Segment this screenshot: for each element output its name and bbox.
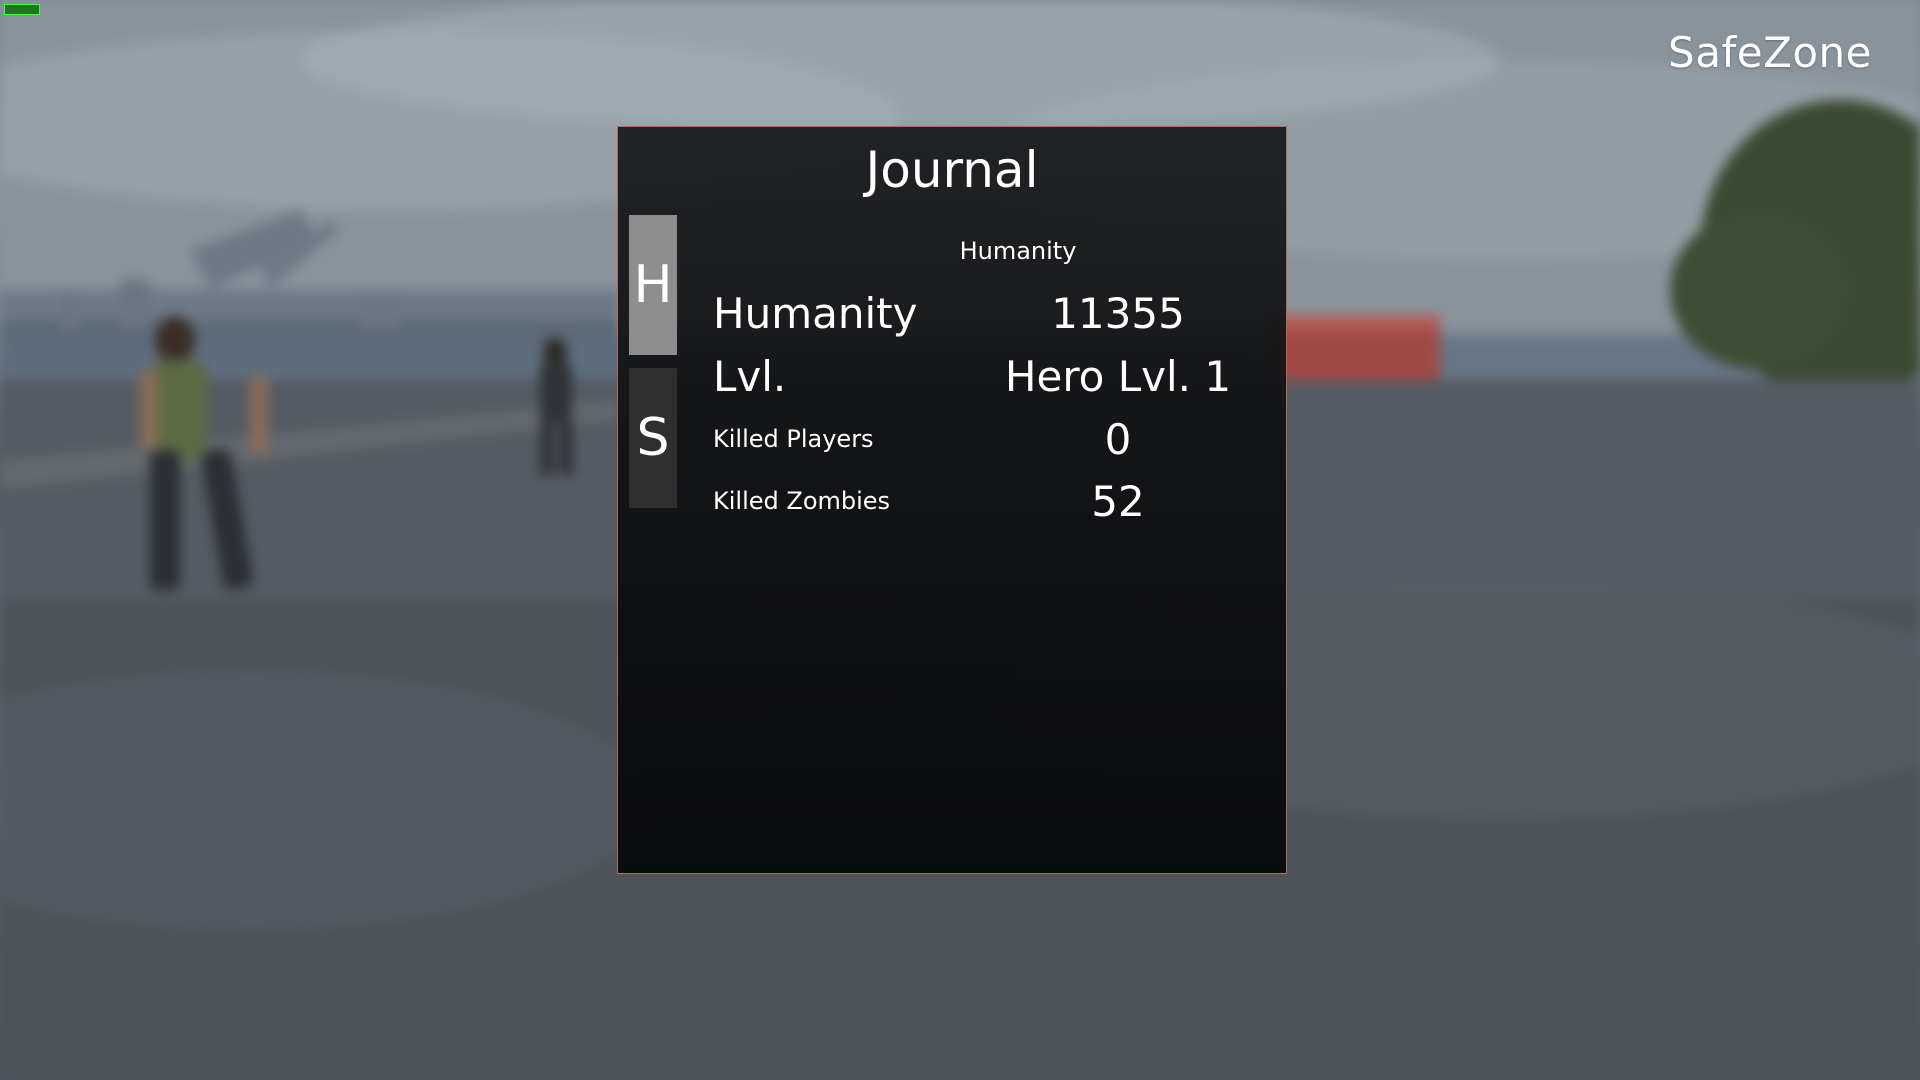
tab-stats[interactable]: S <box>629 368 677 508</box>
journal-panel: Journal H S Humanity Humanity 11355 Lvl.… <box>617 126 1287 874</box>
stat-label-humanity: Humanity <box>713 289 918 338</box>
stat-label-level: Lvl. <box>713 352 787 401</box>
stat-value-killed-players: 0 <box>1104 415 1132 464</box>
tab-humanity[interactable]: H <box>629 215 677 355</box>
status-indicator <box>4 4 40 15</box>
server-name-label: SafeZone <box>1668 28 1872 77</box>
journal-title: Journal <box>865 141 1039 199</box>
section-header: Humanity <box>959 237 1077 265</box>
stat-value-level: Hero Lvl. 1 <box>1004 352 1232 401</box>
stat-label-killed-zombies: Killed Zombies <box>713 487 891 515</box>
stat-value-humanity: 11355 <box>1051 289 1185 338</box>
stat-label-killed-players: Killed Players <box>713 425 874 453</box>
stat-value-killed-zombies: 52 <box>1091 477 1145 526</box>
